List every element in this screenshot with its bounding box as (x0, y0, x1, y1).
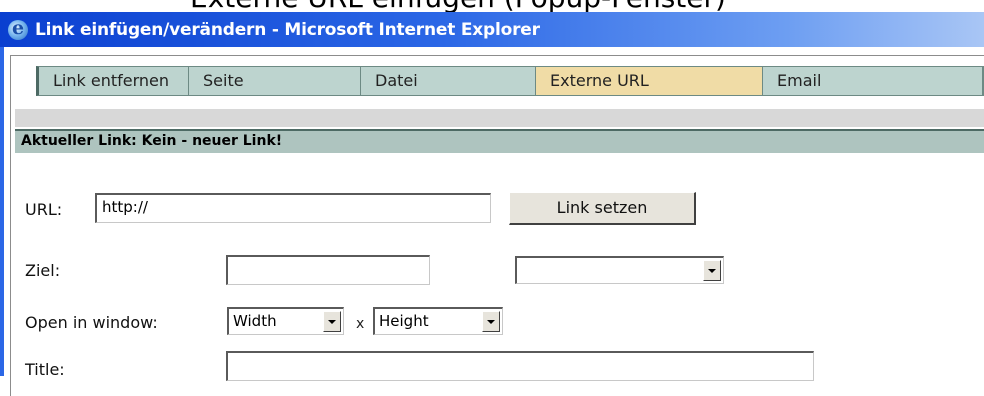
window-titlebar[interactable]: Link einfügen/verändern - Microsoft Inte… (0, 12, 984, 47)
height-select-value: Height (379, 312, 429, 330)
height-select[interactable]: Height (373, 307, 503, 335)
clipped-header: Externe URL einfügen (Popup-Fenster) (0, 0, 984, 12)
open-window-label: Open in window: (25, 313, 158, 332)
url-label: URL: (25, 200, 63, 219)
target-input[interactable] (226, 255, 430, 285)
internet-explorer-icon (8, 17, 28, 40)
target-select[interactable] (515, 256, 724, 284)
link-setzen-button[interactable]: Link setzen (509, 192, 696, 225)
tab-datei[interactable]: Datei (361, 67, 536, 95)
window-title: Link einfügen/verändern - Microsoft Inte… (35, 19, 540, 40)
url-input[interactable]: http:// (95, 193, 491, 223)
chevron-down-icon[interactable] (703, 260, 721, 281)
content-frame (10, 55, 984, 396)
dialog-body: Link entfernen Seite Datei Externe URL E… (0, 47, 984, 396)
separator-strip (15, 109, 984, 127)
current-link-bar: Aktueller Link: Kein - neuer Link! (15, 129, 984, 153)
tab-externe-url[interactable]: Externe URL (536, 67, 763, 95)
title-label: Title: (25, 360, 65, 379)
tab-email[interactable]: Email (763, 67, 983, 95)
tab-seite[interactable]: Seite (189, 67, 361, 95)
tab-bar: Link entfernen Seite Datei Externe URL E… (36, 66, 984, 96)
width-select[interactable]: Width (227, 307, 344, 335)
times-sign: x (356, 316, 365, 332)
tab-link-entfernen[interactable]: Link entfernen (39, 67, 189, 95)
width-select-value: Width (233, 312, 277, 330)
chevron-down-icon[interactable] (323, 311, 341, 332)
clipped-header-text: Externe URL einfügen (Popup-Fenster) (190, 0, 726, 12)
title-input[interactable] (226, 351, 814, 381)
chevron-down-icon[interactable] (482, 311, 500, 332)
target-label: Ziel: (25, 261, 61, 280)
